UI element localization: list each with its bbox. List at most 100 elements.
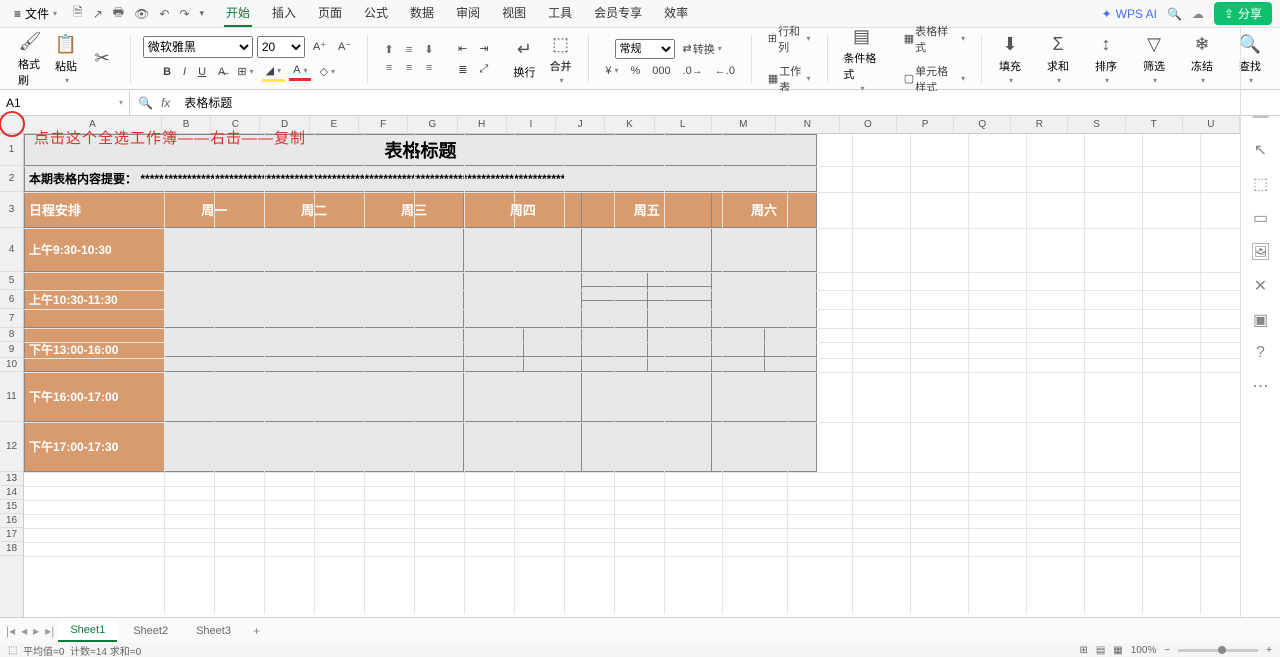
- more-icon[interactable]: ⋯: [1253, 376, 1269, 396]
- font-color[interactable]: A: [289, 62, 311, 81]
- col-F[interactable]: F: [359, 116, 408, 133]
- fill-color[interactable]: ◢: [262, 62, 285, 82]
- tab-member[interactable]: 会员专享: [592, 0, 644, 27]
- dec-inc[interactable]: .0→: [679, 63, 707, 79]
- bold-button[interactable]: B: [159, 64, 175, 80]
- align-bot[interactable]: ⬇: [420, 42, 438, 58]
- number-format[interactable]: 常规: [615, 39, 675, 59]
- col-O[interactable]: O: [840, 116, 897, 133]
- cond-format[interactable]: ▤条件格式: [839, 22, 883, 95]
- row-12[interactable]: 12: [0, 422, 23, 472]
- qat-more[interactable]: ▾: [199, 8, 204, 19]
- col-P[interactable]: P: [897, 116, 954, 133]
- row-9[interactable]: 9: [0, 342, 23, 358]
- percent[interactable]: %: [626, 63, 644, 79]
- tab-tools[interactable]: 工具: [546, 0, 574, 27]
- sheet-tab-1[interactable]: Sheet1: [58, 620, 117, 642]
- nav-next[interactable]: ▸: [33, 624, 39, 638]
- row-17[interactable]: 17: [0, 528, 23, 542]
- orient[interactable]: ⤢: [475, 61, 492, 78]
- col-M[interactable]: M: [712, 116, 776, 133]
- col-I[interactable]: I: [507, 116, 556, 133]
- row-14[interactable]: 14: [0, 486, 23, 500]
- size-select[interactable]: 20: [257, 36, 305, 58]
- row-5[interactable]: 5: [0, 272, 23, 290]
- col-N[interactable]: N: [776, 116, 840, 133]
- nav-last[interactable]: ▸|: [45, 624, 54, 638]
- merge-button[interactable]: ⬚合并: [544, 30, 576, 87]
- book-icon[interactable]: ▣: [1253, 310, 1268, 330]
- share-button[interactable]: ⇪ 分享: [1214, 2, 1272, 25]
- dec-dec[interactable]: ←.0: [711, 63, 739, 79]
- increase-font[interactable]: A⁺: [309, 38, 330, 55]
- comma[interactable]: 000: [648, 63, 674, 79]
- row-1[interactable]: 1: [0, 134, 23, 166]
- paste-button[interactable]: 📋粘贴: [50, 30, 82, 87]
- preview-icon[interactable]: 👁: [134, 7, 149, 21]
- sort-button[interactable]: ↕排序: [1090, 30, 1122, 87]
- clear-format[interactable]: ◇: [315, 63, 338, 80]
- row-10[interactable]: 10: [0, 358, 23, 372]
- search-icon[interactable]: 🔍: [1167, 7, 1182, 21]
- col-R[interactable]: R: [1011, 116, 1068, 133]
- col-K[interactable]: K: [605, 116, 654, 133]
- row-7[interactable]: 7: [0, 309, 23, 328]
- tab-review[interactable]: 审阅: [454, 0, 482, 27]
- align-right[interactable]: ≡: [420, 60, 438, 76]
- zoom-value[interactable]: 100%: [1131, 645, 1157, 656]
- freeze-button[interactable]: ❄冻结: [1186, 30, 1218, 87]
- col-U[interactable]: U: [1183, 116, 1240, 133]
- col-G[interactable]: G: [408, 116, 457, 133]
- cancel-icon[interactable]: 🔍: [138, 96, 153, 110]
- col-S[interactable]: S: [1068, 116, 1125, 133]
- row-11[interactable]: 11: [0, 372, 23, 422]
- col-T[interactable]: T: [1126, 116, 1183, 133]
- tab-insert[interactable]: 插入: [270, 0, 298, 27]
- view-page[interactable]: ▤: [1096, 645, 1105, 656]
- row-4[interactable]: 4: [0, 228, 23, 272]
- sum-button[interactable]: Σ求和: [1042, 30, 1074, 87]
- zoom-in[interactable]: +: [1266, 645, 1272, 656]
- tab-efficiency[interactable]: 效率: [662, 0, 690, 27]
- cursor-icon[interactable]: ↖: [1254, 140, 1267, 160]
- filter-button[interactable]: ▽筛选: [1138, 30, 1170, 87]
- convert-button[interactable]: ⇄ 转换: [679, 39, 726, 59]
- align-top[interactable]: ⬆: [380, 42, 398, 58]
- undo-icon[interactable]: ↶: [159, 7, 169, 21]
- add-sheet[interactable]: +: [247, 624, 266, 638]
- row-6[interactable]: 6: [0, 290, 23, 309]
- tab-page[interactable]: 页面: [316, 0, 344, 27]
- formula-input[interactable]: [178, 91, 1280, 115]
- fx-icon[interactable]: fx: [161, 96, 170, 110]
- cloud-icon[interactable]: ☁: [1192, 7, 1204, 21]
- col-J[interactable]: J: [556, 116, 605, 133]
- save-icon[interactable]: 🗎: [73, 3, 83, 24]
- tab-data[interactable]: 数据: [408, 0, 436, 27]
- col-H[interactable]: H: [458, 116, 507, 133]
- col-E[interactable]: E: [310, 116, 359, 133]
- currency[interactable]: ¥: [601, 63, 622, 79]
- name-box[interactable]: A1: [0, 91, 130, 115]
- decrease-font[interactable]: A⁻: [334, 38, 355, 55]
- tab-start[interactable]: 开始: [224, 0, 252, 27]
- help-icon[interactable]: ?: [1256, 344, 1265, 362]
- border-button[interactable]: ⊞: [233, 63, 257, 80]
- view-break[interactable]: ▦: [1113, 645, 1122, 656]
- table-style[interactable]: ▦ 表格样式: [900, 21, 969, 57]
- tab-view[interactable]: 视图: [500, 0, 528, 27]
- row-16[interactable]: 16: [0, 514, 23, 528]
- row-3[interactable]: 3: [0, 192, 23, 228]
- rowcol-button[interactable]: ⊞ 行和列: [764, 21, 815, 57]
- indent-inc[interactable]: ⇥: [475, 40, 492, 57]
- row-18[interactable]: 18: [0, 542, 23, 556]
- col-L[interactable]: L: [655, 116, 712, 133]
- tools-icon[interactable]: ✕: [1254, 276, 1267, 296]
- sheet-tab-3[interactable]: Sheet3: [184, 621, 243, 641]
- row-8[interactable]: 8: [0, 328, 23, 342]
- row-15[interactable]: 15: [0, 500, 23, 514]
- print-icon[interactable]: 🖶: [113, 3, 124, 24]
- align-mid[interactable]: ≡: [400, 42, 418, 58]
- col-Q[interactable]: Q: [954, 116, 1011, 133]
- underline-button[interactable]: U: [194, 64, 210, 80]
- view-normal[interactable]: ⊞: [1079, 645, 1087, 656]
